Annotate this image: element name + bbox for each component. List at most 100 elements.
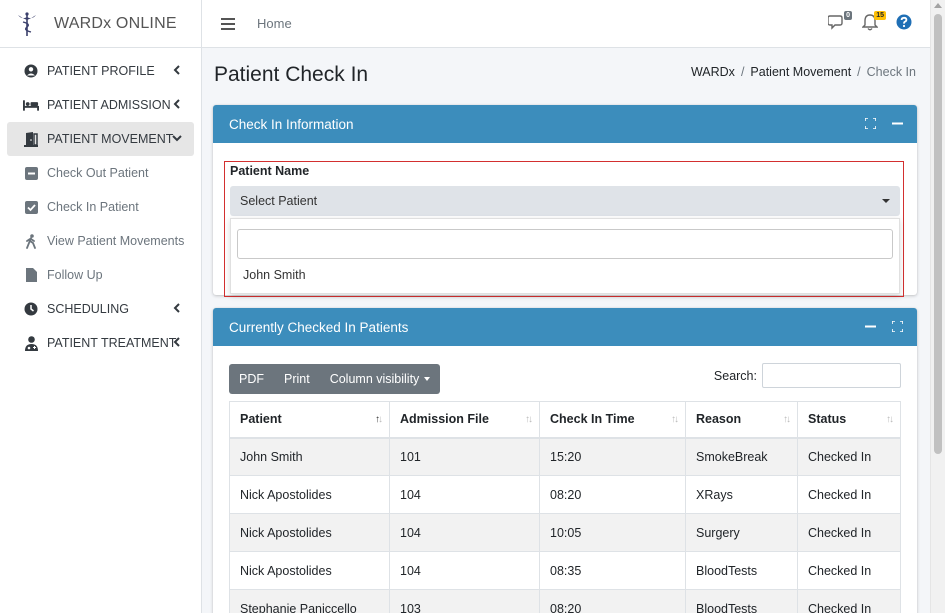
main-content: Patient Check In WARDx / Patient Movemen… <box>202 48 930 613</box>
clock-icon <box>23 301 39 317</box>
page-scrollbar[interactable] <box>930 0 945 613</box>
cell-status: Checked In <box>797 513 901 552</box>
top-icons: 0 15 <box>827 11 916 34</box>
sidebar-item-label: Check Out Patient <box>47 166 149 180</box>
walking-icon <box>23 233 39 249</box>
sidebar-item-check-out-patient[interactable]: Check Out Patient <box>7 156 194 190</box>
sidebar-item-view-patient-movements[interactable]: View Patient Movements <box>7 224 194 258</box>
help-button[interactable] <box>896 14 916 34</box>
cell-patient: John Smith <box>229 437 390 476</box>
sidebar-item-label: Check In Patient <box>47 200 139 214</box>
patient-select-value: Select Patient <box>240 194 318 208</box>
sidebar-item-check-in-patient[interactable]: Check In Patient <box>7 190 194 224</box>
patient-select-dropdown: John Smith <box>230 218 900 294</box>
sidebar-item-patient-admission[interactable]: PATIENT ADMISSION <box>7 88 194 122</box>
sort-icon: ↑↓ <box>525 414 533 425</box>
user-circle-icon <box>23 63 39 79</box>
breadcrumb-wardx[interactable]: WARDx <box>691 65 735 79</box>
scroll-up-arrow-icon[interactable] <box>934 3 942 8</box>
top-navbar: Home 0 15 <box>202 0 930 48</box>
hamburger-menu-icon[interactable] <box>221 17 235 30</box>
table-search-input[interactable] <box>762 363 901 388</box>
patient-search-input[interactable] <box>237 229 893 259</box>
column-visibility-label: Column visibility <box>329 372 420 386</box>
sidebar: WARDx ONLINE PATIENT PROFILE PATIENT ADM… <box>0 0 202 613</box>
user-md-icon <box>23 335 39 351</box>
checked-in-patients-card: Currently Checked In Patients PDF Print … <box>213 308 917 613</box>
collapse-icon[interactable] <box>892 118 903 129</box>
page-title: Patient Check In <box>214 63 369 86</box>
cell-admission-file: 103 <box>389 589 540 613</box>
chevron-left-icon <box>173 99 180 109</box>
cell-reason: BloodTests <box>685 551 798 590</box>
breadcrumb-separator: / <box>857 65 861 79</box>
brand-text: WARDx ONLINE <box>54 14 177 32</box>
chevron-left-icon <box>173 65 180 75</box>
cell-reason: SmokeBreak <box>685 437 798 476</box>
card-header: Currently Checked In Patients <box>213 308 917 346</box>
scrollbar-thumb[interactable] <box>934 14 942 454</box>
sidebar-item-patient-treatment[interactable]: PATIENT TREATMENT <box>7 326 194 360</box>
card-tools <box>865 118 903 129</box>
table-row[interactable]: Nick Apostolides 104 08:20 XRays Checked… <box>229 475 901 514</box>
sidebar-item-patient-movement[interactable]: PATIENT MOVEMENT <box>7 122 194 156</box>
cell-status: Checked In <box>797 551 901 590</box>
maximize-icon[interactable] <box>865 118 876 129</box>
cell-reason: BloodTests <box>685 589 798 613</box>
cell-check-in-time: 08:20 <box>539 589 686 613</box>
sort-icon: ↑↓ <box>783 414 791 425</box>
cell-status: Checked In <box>797 437 901 476</box>
card-title: Check In Information <box>229 116 354 132</box>
caduceus-icon <box>18 11 36 36</box>
sort-icon: ↑↓ <box>671 414 679 425</box>
table-row[interactable]: John Smith 101 15:20 SmokeBreak Checked … <box>229 437 901 476</box>
column-header-check-in-time[interactable]: Check In Time ↑↓ <box>539 401 686 439</box>
pdf-button[interactable]: PDF <box>229 364 274 394</box>
sidebar-item-label: PATIENT ADMISSION <box>47 98 171 112</box>
caret-down-icon <box>424 377 431 381</box>
column-header-label: Status <box>808 412 847 427</box>
column-header-admission-file[interactable]: Admission File ↑↓ <box>389 401 540 439</box>
caret-down-icon <box>882 199 890 203</box>
column-header-label: Patient <box>240 412 282 427</box>
notifications-button[interactable]: 15 <box>861 11 886 34</box>
column-header-reason[interactable]: Reason ↑↓ <box>685 401 798 439</box>
breadcrumb-current: Check In <box>866 65 916 79</box>
messages-badge: 0 <box>844 11 852 20</box>
breadcrumb-patient-movement[interactable]: Patient Movement <box>750 65 851 79</box>
cell-patient: Nick Apostolides <box>229 513 390 552</box>
card-tools <box>865 321 903 332</box>
notifications-badge: 15 <box>874 11 886 20</box>
cell-status: Checked In <box>797 475 901 514</box>
cell-reason: Surgery <box>685 513 798 552</box>
cell-reason: XRays <box>685 475 798 514</box>
table-row[interactable]: Nick Apostolides 104 08:35 BloodTests Ch… <box>229 551 901 590</box>
column-visibility-button[interactable]: Column visibility <box>320 364 441 394</box>
sidebar-item-follow-up[interactable]: Follow Up <box>7 258 194 292</box>
search-label: Search: <box>713 369 757 383</box>
cell-patient: Nick Apostolides <box>229 475 390 514</box>
print-button[interactable]: Print <box>274 364 320 394</box>
sidebar-item-patient-profile[interactable]: PATIENT PROFILE <box>7 54 194 88</box>
messages-button[interactable]: 0 <box>827 11 852 34</box>
home-link[interactable]: Home <box>257 16 292 31</box>
checked-in-patients-table: Patient ↑↓ Admission File ↑↓ Check In Time… <box>229 401 901 613</box>
cell-check-in-time: 08:20 <box>539 475 686 514</box>
sort-asc-icon: ↑↓ <box>375 414 383 425</box>
cell-admission-file: 104 <box>389 475 540 514</box>
cell-admission-file: 104 <box>389 551 540 590</box>
collapse-icon[interactable] <box>865 321 876 332</box>
patient-select[interactable]: Select Patient <box>230 186 900 216</box>
patient-option[interactable]: John Smith <box>243 268 306 282</box>
brand-link[interactable]: WARDx ONLINE <box>0 0 201 48</box>
sidebar-nav: PATIENT PROFILE PATIENT ADMISSION PATIEN… <box>0 48 201 366</box>
sidebar-item-scheduling[interactable]: SCHEDULING <box>7 292 194 326</box>
column-header-patient[interactable]: Patient ↑↓ <box>229 401 390 439</box>
cell-check-in-time: 15:20 <box>539 437 686 476</box>
maximize-icon[interactable] <box>892 321 903 332</box>
table-row[interactable]: Nick Apostolides 104 10:05 Surgery Check… <box>229 513 901 552</box>
table-row[interactable]: Stephanie Paniccello 103 08:20 BloodTest… <box>229 589 901 613</box>
column-header-status[interactable]: Status ↑↓ <box>797 401 901 439</box>
breadcrumb-separator: / <box>740 65 745 79</box>
column-header-label: Check In Time <box>550 412 635 427</box>
